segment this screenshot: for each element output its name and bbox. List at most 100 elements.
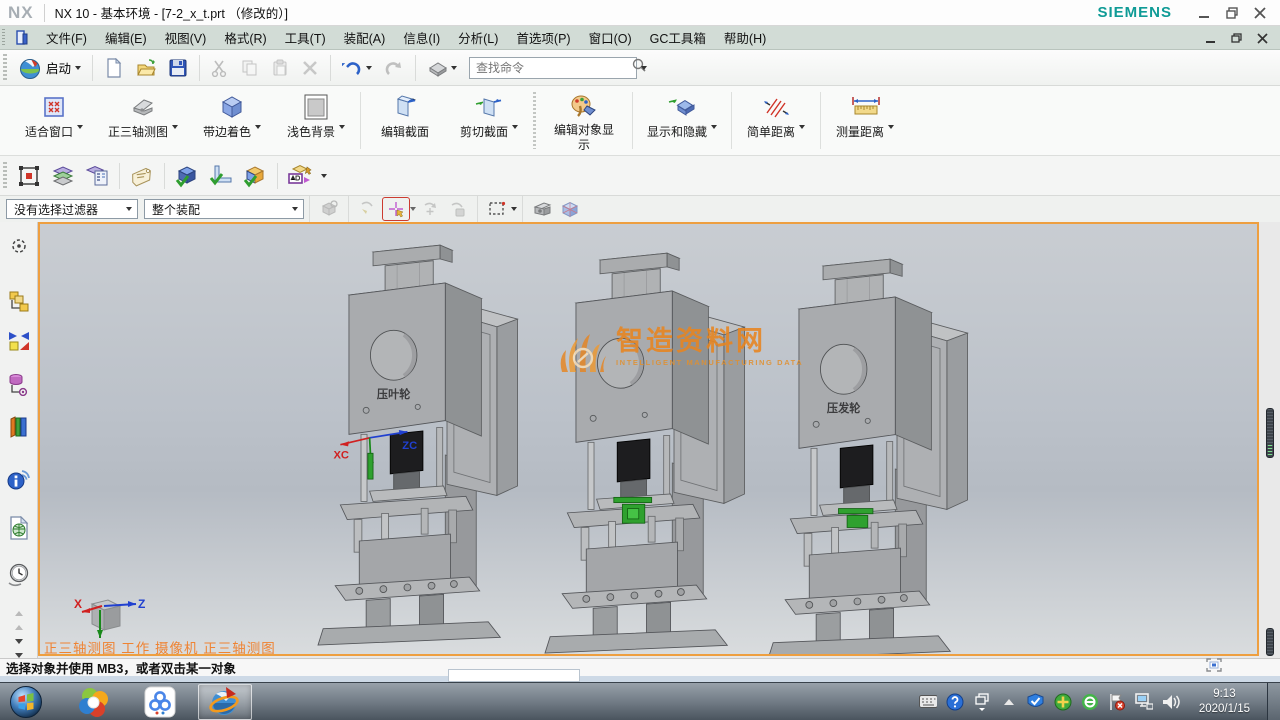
restore-windows-icon[interactable] [973,693,991,711]
minimize-button[interactable] [1198,7,1210,19]
nx-taskbar-button[interactable] [198,684,252,720]
isometric-view-button[interactable]: 正三轴测图 [96,86,190,155]
menu-tools[interactable]: 工具(T) [276,25,335,50]
history-icon[interactable] [4,562,34,589]
hidden-icons-chevron[interactable] [1000,693,1018,711]
chevron-down-icon[interactable] [799,125,805,129]
layer-settings-icon[interactable] [46,160,80,192]
restore-button[interactable] [1226,7,1238,19]
menu-analysis[interactable]: 分析(L) [449,25,507,50]
open-file-button[interactable] [130,55,162,81]
drag-filter-icon[interactable] [445,198,471,220]
undo-button[interactable] [336,55,378,81]
docked-panel-handle[interactable] [1266,408,1274,458]
chevron-down-icon[interactable] [888,125,894,129]
constraint-navigator-icon[interactable] [4,329,34,356]
light-background-button[interactable]: 浅色背景 [274,86,358,155]
part-navigator-icon[interactable] [4,370,34,397]
drag-grip[interactable] [3,162,7,190]
reuse-library-icon[interactable] [4,414,34,441]
doc-restore-button[interactable] [1230,32,1242,44]
volume-icon[interactable] [1162,693,1180,711]
graphics-viewport[interactable]: 压叶轮 XC ZC [38,222,1259,656]
input-method-icon[interactable] [919,693,937,711]
menu-preferences[interactable]: 首选项(P) [507,25,579,50]
menu-view[interactable]: 视图(V) [156,25,216,50]
chevron-down-icon[interactable] [339,125,345,129]
chevron-down-icon[interactable] [255,125,261,129]
command-search-field[interactable] [469,57,637,79]
simple-distance-button[interactable]: 简单距离 [734,86,818,155]
paste-button[interactable] [265,56,295,80]
selection-filter-dropdown[interactable]: 没有选择过滤器 [6,199,138,219]
menu-window[interactable]: 窗口(O) [580,25,641,50]
highlighted-part[interactable] [368,453,373,479]
selection-scope-dropdown[interactable]: 整个装配 [144,199,304,219]
security-shield-icon[interactable] [1027,693,1045,711]
chevron-down-icon[interactable] [512,125,518,129]
annotation-note-icon[interactable] [125,160,159,192]
start-button[interactable] [4,684,48,720]
antivirus-ball-icon[interactable] [1054,693,1072,711]
copy-button[interactable] [235,56,265,80]
point-filter-icon[interactable] [383,198,409,220]
rotate-filter-icon[interactable] [417,198,443,220]
help-tray-icon[interactable] [946,693,964,711]
chevron-down-icon[interactable] [511,207,517,211]
fit-window-button[interactable]: 适合窗口 [12,86,96,155]
menu-help[interactable]: 帮助(H) [715,25,775,50]
chevron-down-icon[interactable] [711,125,717,129]
press-machine-2[interactable] [545,253,745,653]
3d-model-canvas[interactable]: 压叶轮 XC ZC [40,224,1257,654]
cut-button[interactable] [205,56,235,80]
assembly-navigator-icon[interactable] [4,287,34,314]
solid-check-icon[interactable] [238,160,272,192]
redo-button[interactable] [378,55,410,81]
drag-grip[interactable] [3,54,7,82]
scroll-up-icon[interactable] [15,625,23,630]
selection-ball-icon[interactable] [4,232,34,259]
taskbar-clock[interactable]: 9:13 2020/1/15 [1199,687,1250,717]
delete-button[interactable] [295,56,325,80]
angle-check-icon[interactable] [204,160,238,192]
edit-object-display-button[interactable]: 编辑对象显示 [538,86,630,155]
network-icon[interactable] [1135,693,1153,711]
chevron-down-icon[interactable] [410,207,416,211]
drag-grip[interactable] [2,29,5,47]
doc-close-button[interactable] [1256,32,1268,44]
menu-format[interactable]: 格式(R) [215,25,275,50]
edit-section-button[interactable]: 编辑截面 [363,86,447,155]
highlighted-part[interactable] [839,509,873,514]
scroll-up-icon[interactable] [15,611,23,616]
highlighted-part[interactable] [614,497,652,502]
press-machine-3[interactable]: 压发轮 [768,259,968,654]
new-file-button[interactable] [98,55,130,81]
doc-minimize-button[interactable] [1204,32,1216,44]
menu-information[interactable]: 信息(I) [394,25,449,50]
chevron-down-icon[interactable] [172,125,178,129]
start-menu-button[interactable]: 启动 [12,53,87,83]
assembly-select-icon[interactable] [316,198,342,220]
selection-scope-icon[interactable] [1206,658,1222,677]
app-store-button[interactable] [138,684,182,720]
show-hide-button[interactable]: 显示和隐藏 [635,86,729,155]
wcs-dynamics-icon[interactable] [12,160,46,192]
browser-360-button[interactable] [72,684,116,720]
chevron-down-icon[interactable] [77,125,83,129]
highlighted-part[interactable] [847,515,868,527]
snap-filter-icon[interactable] [355,198,381,220]
scroll-down-icon[interactable] [15,639,23,644]
ie-browser-icon[interactable] [1081,693,1099,711]
highlighted-part[interactable] [628,509,639,519]
save-button[interactable] [162,55,194,81]
menu-assemblies[interactable]: 装配(A) [335,25,395,50]
camera-icon[interactable] [529,198,555,220]
marquee-select-icon[interactable] [484,198,510,220]
touch-mode-button[interactable] [421,55,463,81]
measure-distance-button[interactable]: 测量距离 [823,86,907,155]
search-input[interactable] [476,61,631,75]
clip-section-button[interactable]: 剪切截面 [447,86,531,155]
hd3d-tools-icon[interactable] [4,465,34,492]
menu-file[interactable]: 文件(F) [37,25,96,50]
layer-category-icon[interactable] [80,160,114,192]
